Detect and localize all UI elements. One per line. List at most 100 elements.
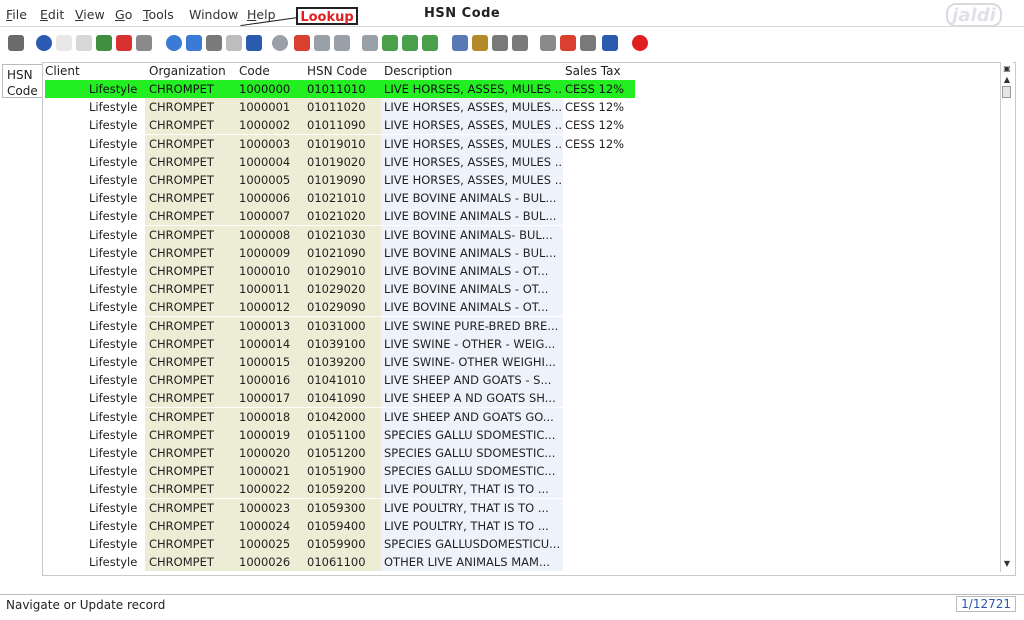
undo-icon[interactable] [8,35,24,51]
cell-client[interactable]: Lifestyle [87,444,145,462]
cell-sales-tax[interactable] [563,462,635,480]
column-header-sales-tax[interactable]: Sales Tax [565,64,621,80]
cell-client-blank[interactable] [45,408,87,426]
copy-record-icon[interactable] [76,35,92,51]
cell-client[interactable]: Lifestyle [87,280,145,298]
cell-code[interactable]: 1000002 [235,116,303,135]
cell-client-blank[interactable] [45,426,87,444]
cell-code[interactable]: 1000014 [235,334,303,353]
cell-sales-tax[interactable] [563,408,635,426]
cell-organization[interactable]: CHROMPET [145,480,235,499]
scroll-thumb[interactable] [1002,86,1011,98]
cell-organization[interactable]: CHROMPET [145,389,235,408]
save-icon[interactable] [96,35,112,51]
cell-client-blank[interactable] [45,171,87,189]
cell-description[interactable]: LIVE BOVINE ANIMALS - BUL... [381,243,563,262]
cell-code[interactable]: 1000018 [235,407,303,426]
next-record-icon[interactable] [402,35,418,51]
cell-code[interactable]: 1000013 [235,316,303,335]
tab-hsn-code[interactable]: HSN Code [2,64,42,98]
cell-description[interactable]: LIVE SHEEP AND GOATS - S... [381,371,563,390]
records-grid[interactable]: Client Organization Code HSN Code Descri… [42,62,1016,576]
table-row[interactable]: Lifestyle CHROMPET 1000024 01059400 LIVE POU… [43,516,635,535]
cell-description[interactable]: LIVE SHEEP AND GOATS GO... [381,407,563,426]
cell-client[interactable]: Lifestyle [87,116,145,134]
table-row[interactable]: Lifestyle CHROMPET 1000004 01019020 LIVE HOR… [43,152,635,171]
cell-description[interactable]: LIVE BOVINE ANIMALS - BUL... [381,189,563,208]
cell-description[interactable]: LIVE SHEEP A ND GOATS SH... [381,389,563,408]
cell-code[interactable]: 1000020 [235,444,303,462]
cell-client-blank[interactable] [45,480,87,498]
cell-client-blank[interactable] [45,335,87,353]
cell-description[interactable]: LIVE BOVINE ANIMALS - BUL... [381,207,563,226]
column-header-code[interactable]: Code [239,64,270,80]
cell-organization[interactable]: CHROMPET [145,189,235,208]
cell-description[interactable]: LIVE SWINE- OTHER WEIGHI... [381,353,563,371]
cell-code[interactable]: 1000007 [235,207,303,226]
print-preview-icon[interactable] [492,35,508,51]
cell-description[interactable]: LIVE HORSES, ASSES, MULES ... [381,134,563,153]
cell-sales-tax[interactable] [563,298,635,316]
cell-sales-tax[interactable] [563,517,635,535]
cell-client-blank[interactable] [45,116,87,134]
table-row[interactable]: Lifestyle CHROMPET 1000015 01039200 LIVE SWI… [43,353,635,371]
help-icon[interactable] [36,35,52,51]
cell-client-blank[interactable] [45,353,87,371]
cell-description[interactable]: LIVE POULTRY, THAT IS TO ... [381,480,563,499]
cell-sales-tax[interactable] [563,535,635,553]
cell-client[interactable]: Lifestyle [87,298,145,316]
home-icon[interactable] [294,35,310,51]
lookup-icon[interactable] [186,35,202,51]
cell-client[interactable]: Lifestyle [87,408,145,426]
cell-client-blank[interactable] [45,244,87,262]
cell-hsn-code[interactable]: 01042000 [303,407,381,426]
cell-code[interactable]: 1000011 [235,280,303,299]
cell-description[interactable]: LIVE HORSES, ASSES, MULES ... [381,116,563,135]
cell-client[interactable]: Lifestyle [87,189,145,207]
table-row[interactable]: Lifestyle CHROMPET 1000006 01021010 LIVE BOV… [43,189,635,208]
cell-organization[interactable]: CHROMPET [145,243,235,262]
cell-client-blank[interactable] [45,499,87,517]
cell-sales-tax[interactable] [563,480,635,498]
cell-client[interactable]: Lifestyle [87,499,145,517]
vertical-scrollbar[interactable]: ▣ ▲ ▼ [1000,62,1013,572]
cell-organization[interactable]: CHROMPET [145,371,235,390]
cell-client[interactable]: Lifestyle [87,462,145,480]
cell-description[interactable]: LIVE SWINE - OTHER - WEIG... [381,334,563,353]
cell-code[interactable]: 1000006 [235,189,303,208]
cell-sales-tax[interactable] [563,226,635,244]
cell-hsn-code[interactable]: 01051100 [303,425,381,444]
cell-hsn-code[interactable]: 01021090 [303,243,381,262]
cell-description[interactable]: LIVE BOVINE ANIMALS - OT... [381,280,563,299]
request-icon[interactable] [602,35,618,51]
cell-hsn-code[interactable]: 01051200 [303,444,381,462]
cell-code[interactable]: 1000016 [235,371,303,390]
cell-description[interactable]: LIVE POULTRY, THAT IS TO ... [381,498,563,517]
cell-hsn-code[interactable]: 01041010 [303,371,381,390]
cell-client[interactable]: Lifestyle [87,426,145,444]
cell-client-blank[interactable] [45,226,87,244]
grid-toggle-icon[interactable] [246,35,262,51]
cell-organization[interactable]: CHROMPET [145,98,235,117]
cell-sales-tax[interactable] [563,371,635,389]
delete-icon[interactable] [116,35,132,51]
zoom-across-icon[interactable] [540,35,556,51]
cell-client-blank[interactable] [45,189,87,207]
cell-client[interactable]: Lifestyle [87,262,145,280]
cell-hsn-code[interactable]: 01059900 [303,535,381,553]
cell-client-blank[interactable] [45,535,87,553]
cell-hsn-code[interactable]: 01021030 [303,225,381,244]
cell-hsn-code[interactable]: 01059300 [303,498,381,517]
cell-organization[interactable]: CHROMPET [145,298,235,317]
cell-client-blank[interactable] [45,135,87,153]
cell-description[interactable]: LIVE BOVINE ANIMALS- BUL... [381,225,563,244]
cell-client-blank[interactable] [45,462,87,480]
cell-code[interactable]: 1000023 [235,498,303,517]
cell-organization[interactable]: CHROMPET [145,134,235,153]
cell-client[interactable]: Lifestyle [87,98,145,116]
close-window-icon[interactable] [632,35,648,51]
cell-hsn-code[interactable]: 01019090 [303,171,381,189]
table-row[interactable]: Lifestyle CHROMPET 1000025 01059900 SPECIES … [43,535,635,553]
cell-description[interactable]: SPECIES GALLU SDOMESTIC... [381,444,563,462]
column-header-hsn-code[interactable]: HSN Code [307,64,367,80]
